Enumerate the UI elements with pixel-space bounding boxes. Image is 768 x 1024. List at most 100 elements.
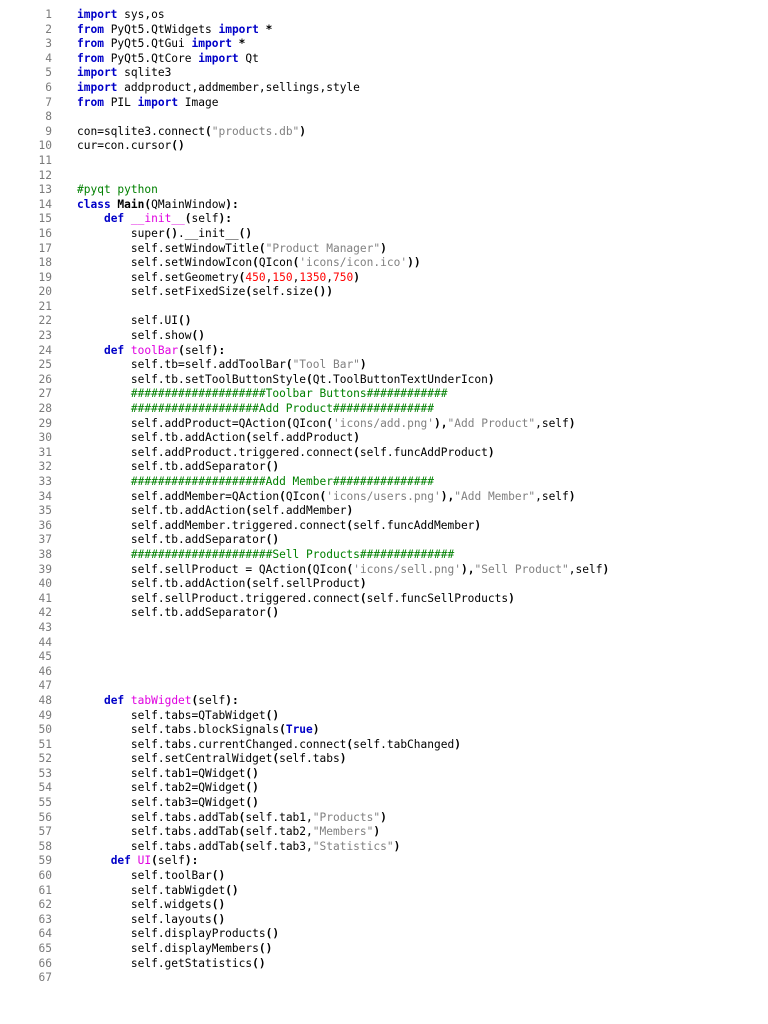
line-number: 23 [38,329,52,343]
code-text: self.tabs=QTabWidget() [77,709,279,724]
code-token: ) [568,416,576,430]
code-line: 51 self.tabs.currentChanged.connect(self… [0,738,768,753]
code-text: ####################Add Member##########… [77,475,434,490]
code-token: self.addProduct [252,431,354,445]
code-line: 59 def UI(self): [0,854,768,869]
code-line: 43 [0,621,768,636]
code-token: * [231,37,246,51]
code-token: () [258,942,273,955]
code-text: self.displayMembers() [77,942,272,957]
line-number: 59 [38,854,52,868]
code-token: toolBar [124,343,179,357]
code-text: import addproduct,addmember,sellings,sty… [77,81,360,96]
code-token: cur=con.cursor [77,139,172,153]
code-token: ) [454,737,461,751]
code-token: self [198,693,226,707]
code-line: 65 self.displayMembers() [0,942,768,957]
code-token: ( [359,591,367,605]
line-number: 16 [38,226,52,240]
line-number: 37 [38,533,52,547]
code-token: sqlite3 [117,66,172,80]
code-line: 29 self.addProduct=QAction(QIcon('icons/… [0,417,768,432]
code-token: QMainWindow [151,197,226,211]
code-token: ) [312,723,320,737]
code-text: def UI(self): [77,854,199,869]
line-number: 60 [38,869,52,883]
code-text: self.UI() [77,314,192,329]
line-number: 17 [38,241,52,255]
code-token: self.funcAddMember [353,518,475,532]
code-line: 53 self.tab1=QWidget() [0,767,768,782]
code-token: self.tabs.currentChanged.connect [77,737,347,751]
code-token: * [258,22,273,36]
code-text: self.tabs.currentChanged.connect(self.ta… [77,738,461,753]
code-listing: 1 import sys,os 2 from PyQt5.QtWidgets impo… [0,8,768,986]
code-line: 7 from PIL import Image [0,96,768,111]
code-token: () [225,883,239,897]
code-token: self.tabs=QTabWidget [77,708,266,722]
code-line: 22 self.UI() [0,314,768,329]
code-line: 30 self.tb.addAction(self.addProduct) [0,431,768,446]
code-token: self.tabs.addTab [77,825,239,839]
line-number: 55 [38,796,52,810]
code-line: 61 self.tabWigdet() [0,884,768,899]
code-line: 17 self.setWindowTitle("Product Manager"… [0,242,768,257]
code-token: #####################Sell Products######… [130,547,455,561]
code-token: self.setCentralWidget [77,752,273,766]
line-number: 62 [38,898,52,912]
line-number: 10 [38,139,52,153]
code-token: self.tb.setToolButtonStyle [77,372,307,386]
line-number: 5 [45,66,52,80]
code-token: ,self [568,562,603,576]
line-number: 46 [38,664,52,678]
code-token: ) [380,810,387,824]
line-number: 40 [38,577,52,591]
code-token: ( [204,124,212,138]
code-token: ) [353,431,360,445]
code-text: #####################Sell Products######… [77,548,454,563]
code-token: ###################Add Product##########… [130,402,434,416]
code-line: 10 cur=con.cursor() [0,139,768,154]
code-token: "Sell Product" [474,562,569,576]
code-token: __init__ [124,212,185,226]
code-text: import sqlite3 [77,66,171,81]
code-line: 24 def toolBar(self): [0,344,768,359]
code-line: 42 self.tb.addSeparator() [0,606,768,621]
code-token: Image [178,95,219,109]
code-text: self.tb.addAction(self.addMember) [77,504,353,519]
code-line: 44 [0,636,768,651]
line-number: 9 [45,124,52,138]
line-number: 43 [38,620,52,634]
code-token: self.tabs.addTab [77,839,239,853]
code-token: 'icons/icon.ico' [299,256,408,270]
code-text: self.tabs.blockSignals(True) [77,723,320,738]
line-number: 56 [38,810,52,824]
line-number: 29 [38,416,52,430]
code-token: 'icons/add.png' [333,416,435,430]
code-token: "products.db" [211,124,300,138]
line-number: 14 [38,197,52,211]
code-text: self.tb.addSeparator() [77,460,279,475]
code-token: ( [151,854,158,868]
code-token: .__init__ [178,226,239,240]
code-token: () [245,796,259,810]
code-token: sys,os [117,8,165,21]
code-line: 2 from PyQt5.QtWidgets import * [0,23,768,38]
code-token: self.displayMembers [77,942,259,955]
code-token: import [191,37,232,51]
code-token: self.toolBar [77,869,212,883]
code-token: self [157,854,185,868]
code-line: 5 import sqlite3 [0,66,768,81]
code-token: self.tabs [279,752,340,766]
line-number: 54 [38,781,52,795]
code-line: 48 def tabWigdet(self): [0,694,768,709]
code-text: ####################Toolbar Buttons#####… [77,387,448,402]
line-number: 42 [38,606,52,620]
line-number: 39 [38,562,52,576]
code-line: 27 ####################Toolbar Buttons##… [0,387,768,402]
code-token: ): [184,854,199,868]
code-token: super [77,226,165,240]
code-token: self.tb.addSeparator [77,460,266,474]
code-line: 1 import sys,os [0,8,768,23]
